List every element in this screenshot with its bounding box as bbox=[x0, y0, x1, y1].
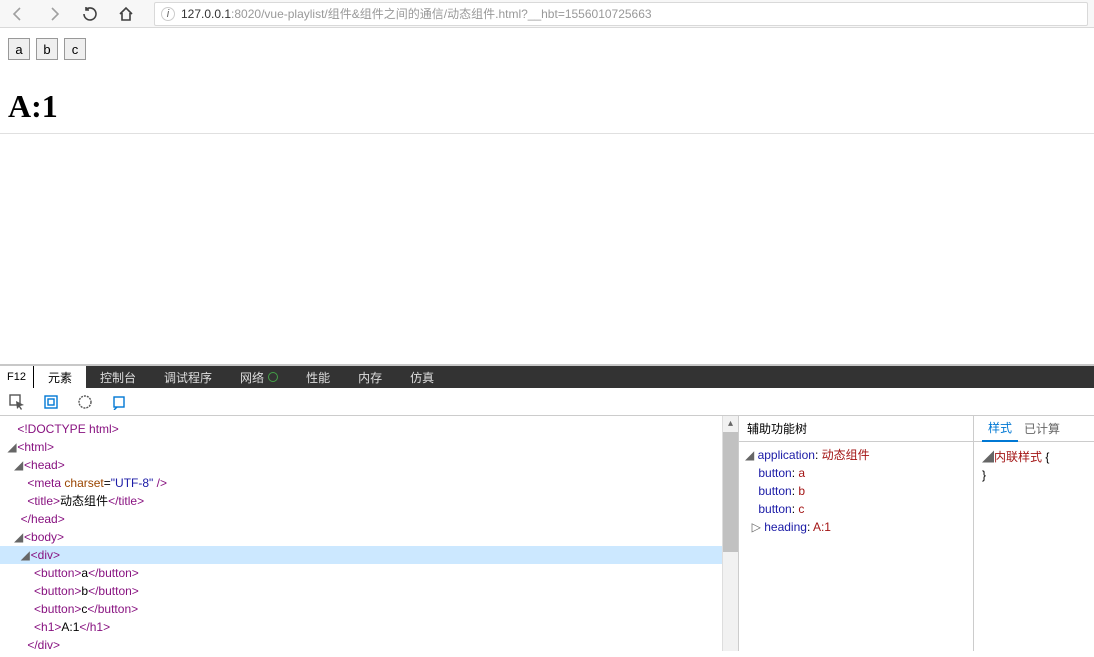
a11y-tool[interactable] bbox=[68, 388, 102, 416]
devtools-tabbar: F12 元素 控制台 调试程序 网络 性能 内存 仿真 bbox=[0, 366, 1094, 388]
a11y-button-c[interactable]: button: c bbox=[741, 500, 971, 518]
a11y-button-b[interactable]: button: b bbox=[741, 482, 971, 500]
page-viewport: abc A:1 bbox=[0, 28, 1094, 134]
elements-scrollbar[interactable]: ▴ bbox=[722, 416, 738, 651]
a11y-button-a[interactable]: button: a bbox=[741, 464, 971, 482]
url-text: 127.0.0.1:8020/vue-playlist/组件&组件之间的通信/动… bbox=[181, 5, 652, 22]
button-c[interactable]: c bbox=[64, 38, 86, 60]
dom-btn-a[interactable]: <button>a</button> bbox=[0, 564, 738, 582]
styles-tab-styles[interactable]: 样式 bbox=[982, 416, 1018, 442]
dom-div-close[interactable]: </div> bbox=[0, 636, 738, 651]
scroll-up-icon[interactable]: ▴ bbox=[723, 416, 738, 432]
button-a[interactable]: a bbox=[8, 38, 30, 60]
devtools-body: <!DOCTYPE html> ◢<html> ◢<head> <meta ch… bbox=[0, 416, 1094, 651]
dom-btn-c[interactable]: <button>c</button> bbox=[0, 600, 738, 618]
styles-panel: 样式 已计算 ◢内联样式 { } bbox=[974, 416, 1094, 651]
devtools-panel: F12 元素 控制台 调试程序 网络 性能 内存 仿真 <!DOCTYPE ht… bbox=[0, 364, 1094, 651]
tab-network[interactable]: 网络 bbox=[226, 366, 292, 388]
highlight-tool[interactable] bbox=[34, 388, 68, 416]
dom-head[interactable]: ◢<head> bbox=[0, 456, 738, 474]
a11y-panel: 辅助功能树 ◢ application: 动态组件 button: a butt… bbox=[739, 416, 974, 651]
dom-h1[interactable]: <h1>A:1</h1> bbox=[0, 618, 738, 636]
style-rule-inline[interactable]: ◢内联样式 { bbox=[982, 448, 1086, 466]
tab-emulation[interactable]: 仿真 bbox=[396, 366, 448, 388]
dom-meta[interactable]: <meta charset="UTF-8" /> bbox=[0, 474, 738, 492]
dom-html[interactable]: ◢<html> bbox=[0, 438, 738, 456]
tab-memory[interactable]: 内存 bbox=[344, 366, 396, 388]
browser-toolbar: i 127.0.0.1:8020/vue-playlist/组件&组件之间的通信… bbox=[0, 0, 1094, 28]
tab-console[interactable]: 控制台 bbox=[86, 366, 150, 388]
dom-head-close[interactable]: </head> bbox=[0, 510, 738, 528]
nav-forward-button[interactable] bbox=[36, 0, 72, 28]
tab-performance[interactable]: 性能 bbox=[292, 366, 344, 388]
a11y-application[interactable]: ◢ application: 动态组件 bbox=[741, 446, 971, 464]
scroll-thumb[interactable] bbox=[723, 432, 738, 552]
page-heading: A:1 bbox=[8, 62, 1086, 125]
nav-back-button[interactable] bbox=[0, 0, 36, 28]
devtools-toolbar bbox=[0, 388, 1094, 416]
dom-doctype[interactable]: <!DOCTYPE html> bbox=[0, 420, 738, 438]
f12-label: F12 bbox=[0, 366, 34, 388]
styles-tab-computed[interactable]: 已计算 bbox=[1018, 420, 1066, 437]
dom-body[interactable]: ◢<body> bbox=[0, 528, 738, 546]
a11y-heading[interactable]: ▷ heading: A:1 bbox=[741, 518, 971, 536]
elements-panel[interactable]: <!DOCTYPE html> ◢<html> ◢<head> <meta ch… bbox=[0, 416, 739, 651]
dom-title[interactable]: <title>动态组件</title> bbox=[0, 492, 738, 510]
dom-btn-b[interactable]: <button>b</button> bbox=[0, 582, 738, 600]
tab-debugger[interactable]: 调试程序 bbox=[150, 366, 226, 388]
color-picker-tool[interactable] bbox=[102, 388, 136, 416]
record-icon bbox=[268, 372, 278, 382]
style-rule-close: } bbox=[982, 466, 1086, 484]
viewport-whitespace bbox=[0, 134, 1094, 364]
site-info-icon[interactable]: i bbox=[161, 7, 175, 21]
address-bar[interactable]: i 127.0.0.1:8020/vue-playlist/组件&组件之间的通信… bbox=[154, 2, 1088, 26]
nav-home-button[interactable] bbox=[108, 0, 144, 28]
nav-refresh-button[interactable] bbox=[72, 0, 108, 28]
select-element-tool[interactable] bbox=[0, 388, 34, 416]
styles-tabbar: 样式 已计算 bbox=[974, 416, 1094, 442]
dom-div[interactable]: ◢<div> bbox=[0, 546, 738, 564]
tab-elements[interactable]: 元素 bbox=[34, 366, 86, 388]
button-b[interactable]: b bbox=[36, 38, 58, 60]
a11y-title: 辅助功能树 bbox=[739, 416, 973, 442]
button-row: abc bbox=[8, 36, 1086, 62]
